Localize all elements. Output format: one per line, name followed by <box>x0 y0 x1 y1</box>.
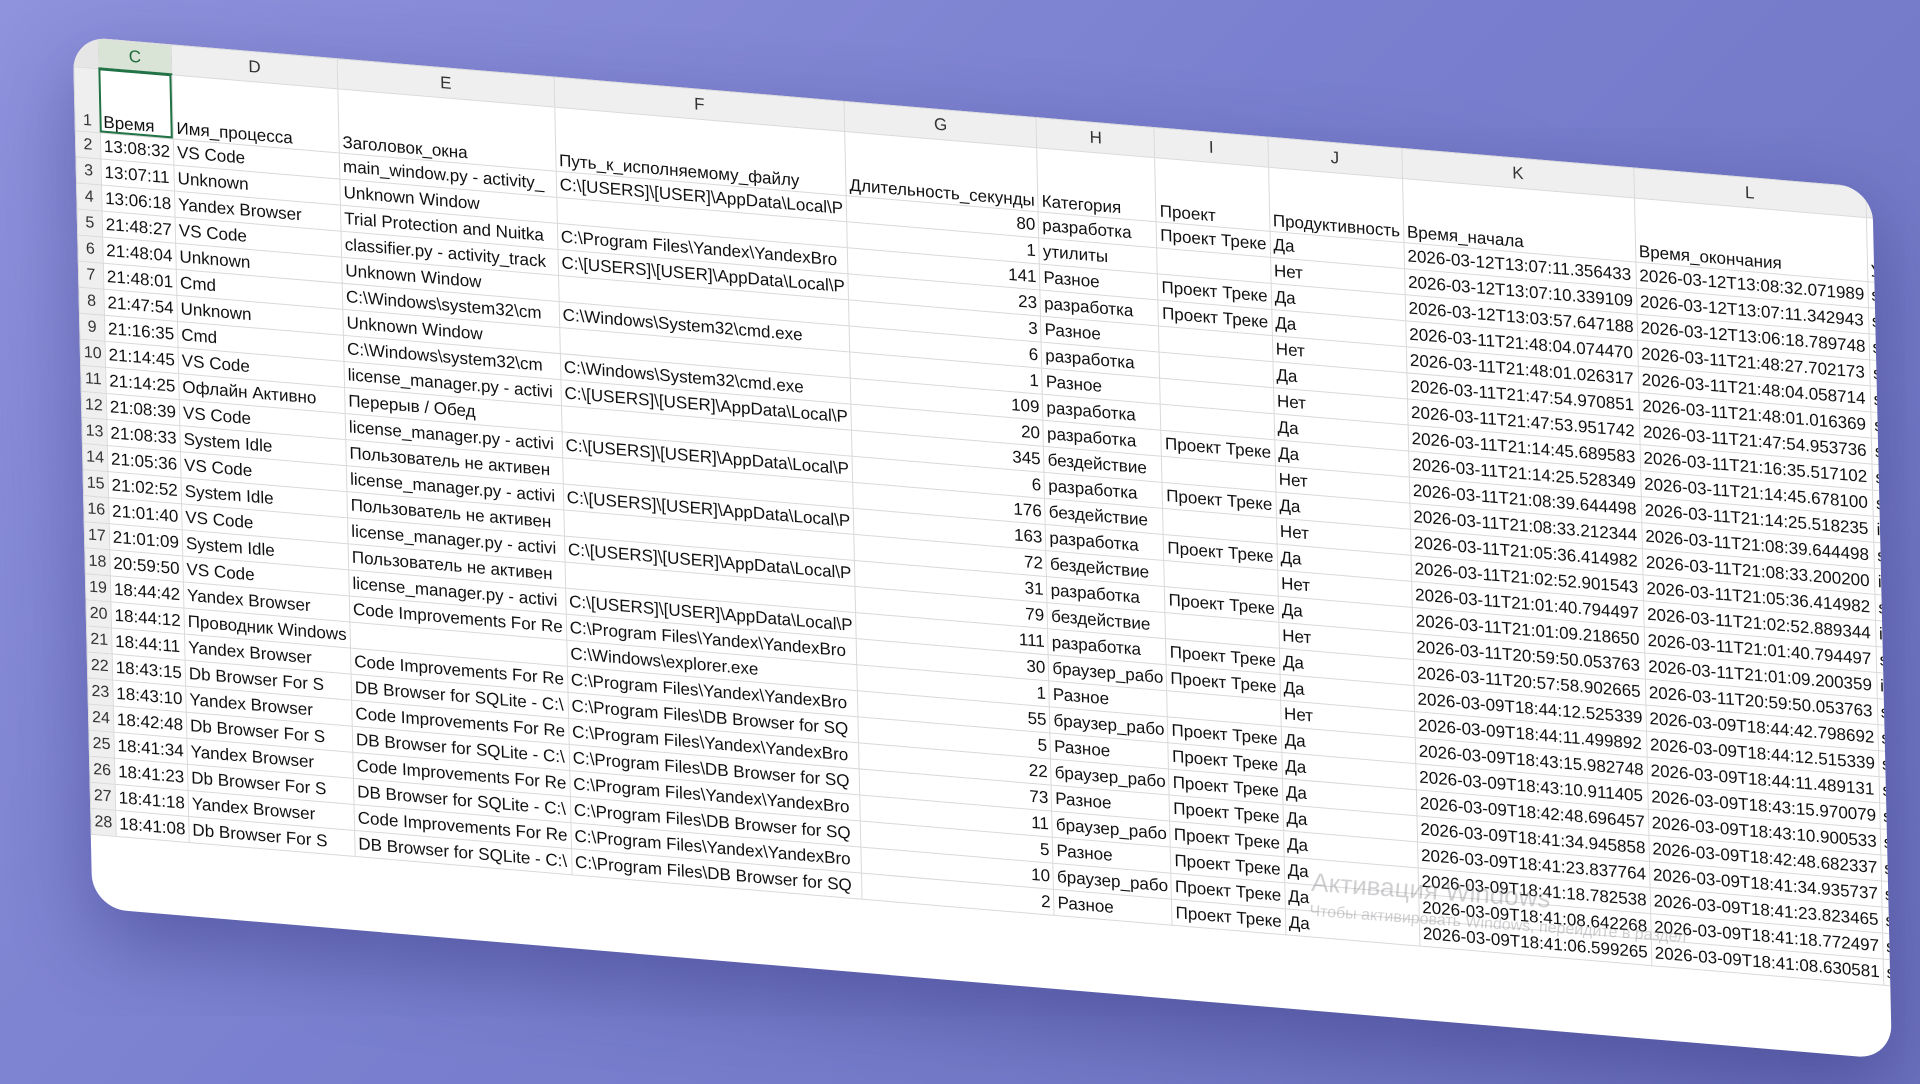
row-number[interactable]: 11 <box>80 364 107 393</box>
row-number[interactable]: 22 <box>87 651 113 680</box>
header-cell[interactable]: Категория <box>1037 147 1157 222</box>
row-number[interactable]: 7 <box>78 260 104 289</box>
row-number[interactable]: 17 <box>84 521 110 550</box>
row-number[interactable]: 4 <box>76 182 102 211</box>
row-number[interactable]: 1 <box>73 66 101 133</box>
row-number[interactable]: 10 <box>80 338 106 367</box>
header-cell[interactable]: Проект <box>1155 157 1270 231</box>
row-number[interactable]: 8 <box>78 286 105 315</box>
row-number[interactable]: 25 <box>88 729 115 758</box>
header-cell[interactable]: Продуктивность <box>1268 166 1404 243</box>
row-number[interactable]: 18 <box>84 547 111 576</box>
row-number[interactable]: 21 <box>86 625 112 654</box>
row-number[interactable]: 6 <box>77 234 104 263</box>
row-number[interactable]: 3 <box>75 156 102 185</box>
row-number[interactable]: 20 <box>85 599 112 628</box>
row-number[interactable]: 27 <box>90 781 116 810</box>
row-number[interactable]: 15 <box>82 469 109 498</box>
spreadsheet-grid[interactable]: CDEFGHIJKLMNOP 1ВремяИмя_процессаЗаголов… <box>73 36 1892 1033</box>
row-number[interactable]: 9 <box>79 312 105 341</box>
row-number[interactable]: 12 <box>81 390 107 419</box>
row-number[interactable]: 28 <box>90 807 117 836</box>
row-number[interactable]: 2 <box>75 130 101 159</box>
select-all-corner[interactable] <box>73 36 99 69</box>
row-number[interactable]: 13 <box>81 416 108 446</box>
header-cell[interactable]: Время <box>98 68 174 139</box>
cell[interactable]: sess_177307086 <box>1882 958 1892 1001</box>
row-number[interactable]: 19 <box>85 573 111 602</box>
row-number[interactable]: 14 <box>82 442 108 472</box>
row-number[interactable]: 24 <box>88 703 114 732</box>
row-number[interactable]: 5 <box>77 208 103 237</box>
row-number[interactable]: 16 <box>83 495 109 524</box>
row-number[interactable]: 23 <box>87 677 114 706</box>
row-number[interactable]: 26 <box>89 755 115 784</box>
